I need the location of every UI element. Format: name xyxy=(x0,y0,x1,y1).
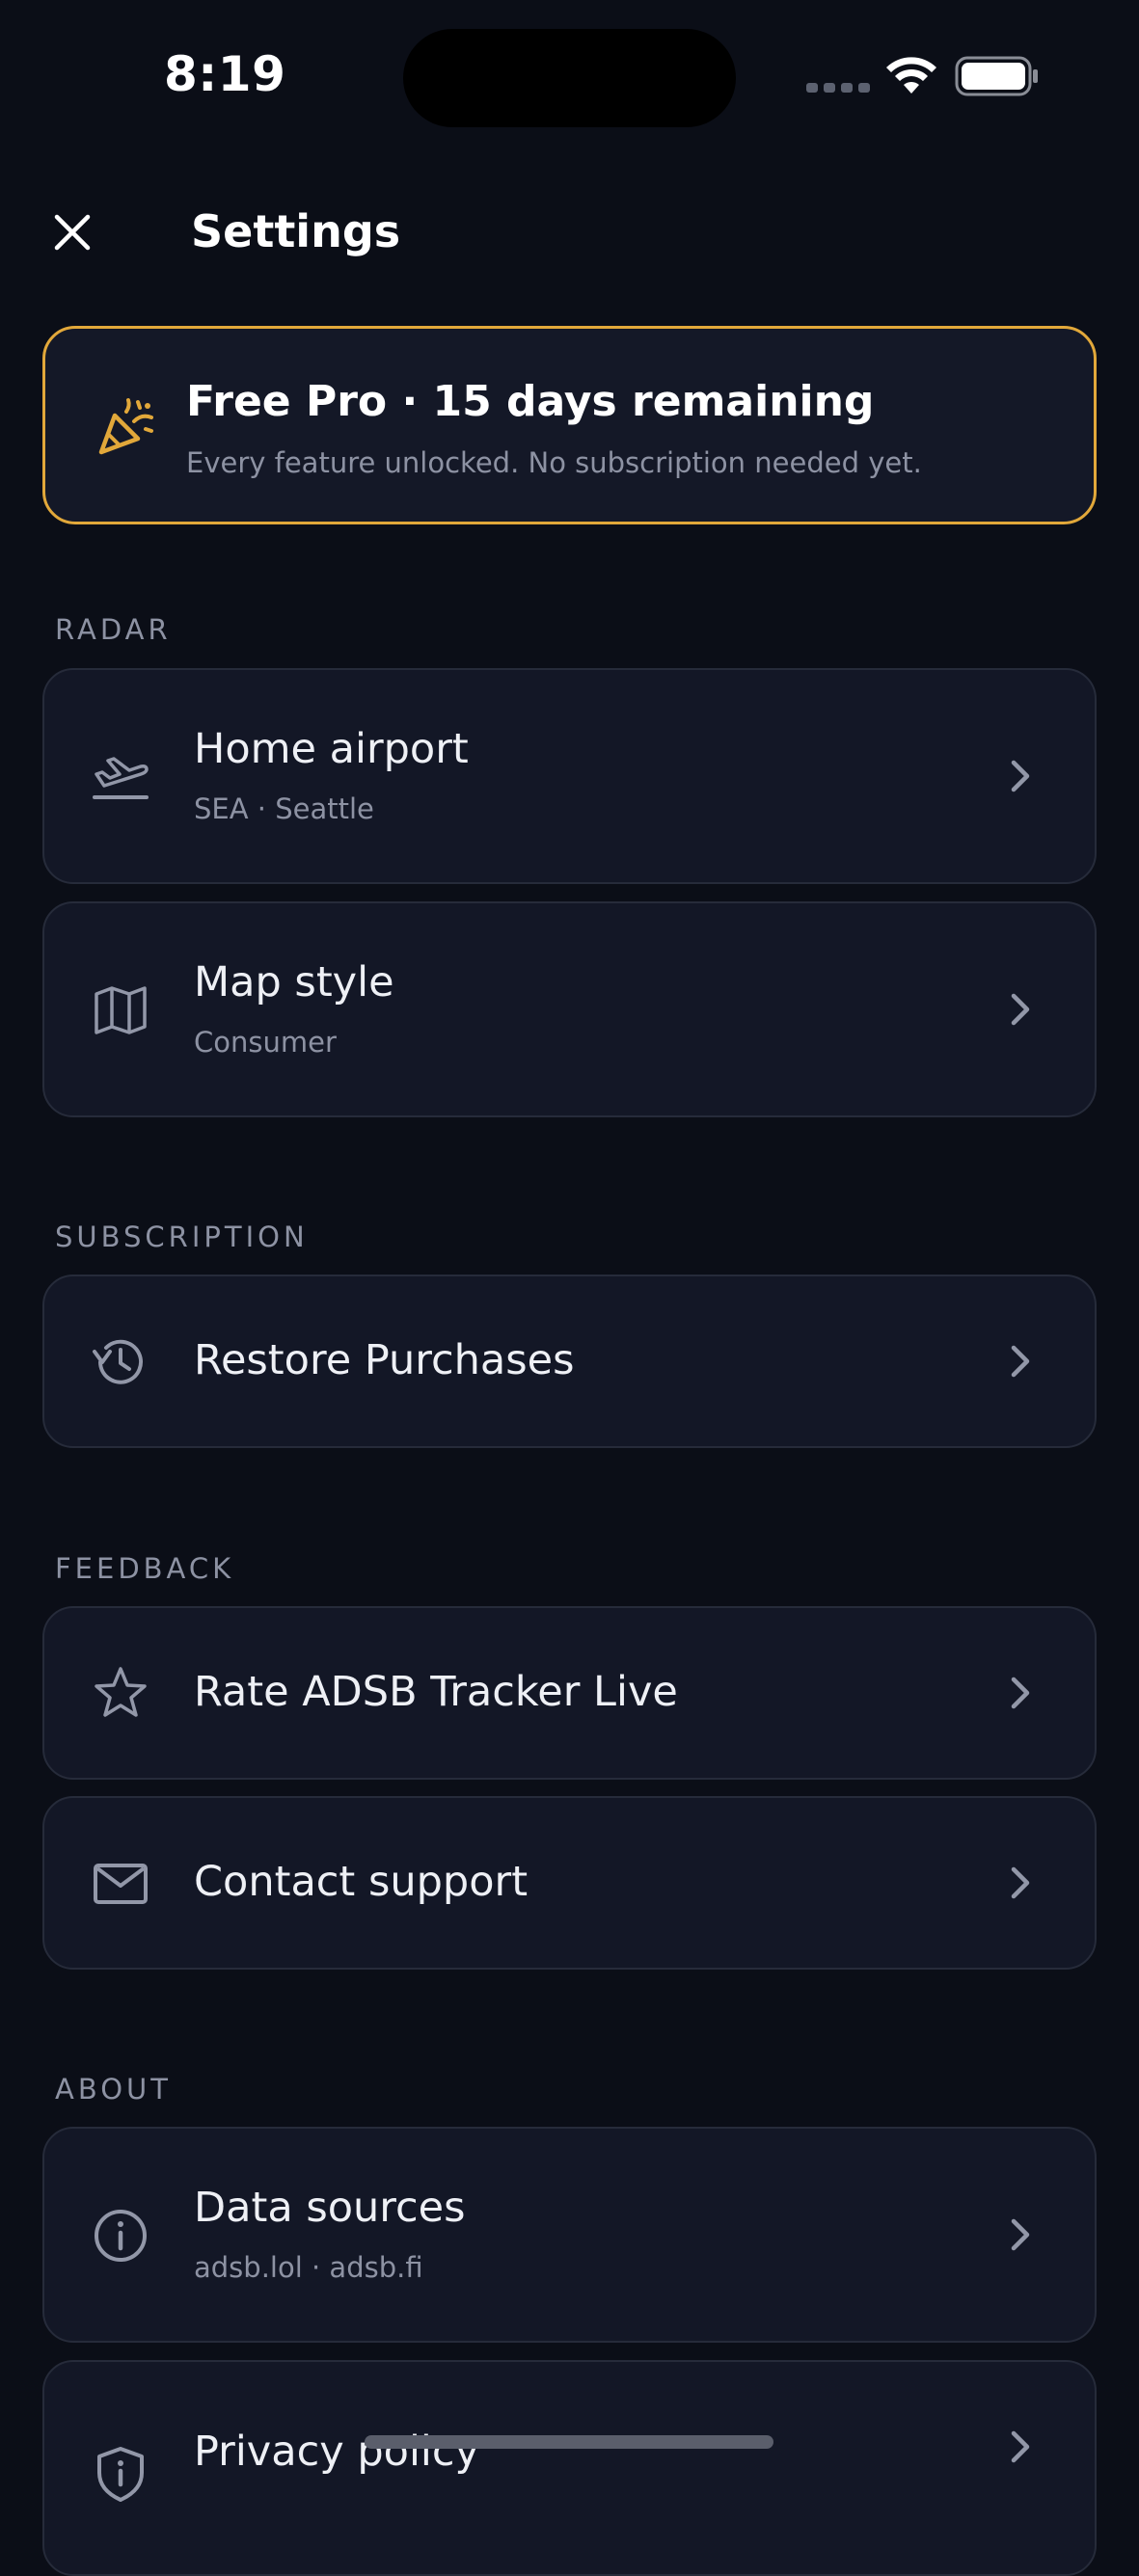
restore-purchases-row[interactable]: Restore Purchases xyxy=(42,1275,1097,1448)
history-icon xyxy=(91,1332,150,1392)
promo-subtitle: Every feature unlocked. No subscription … xyxy=(186,446,922,479)
map-style-row[interactable]: Map style Consumer xyxy=(42,901,1097,1117)
section-label-about: ABOUT xyxy=(55,2073,172,2106)
privacy-policy-row[interactable]: Privacy policy xyxy=(42,2360,1097,2576)
close-button[interactable] xyxy=(43,203,101,261)
chevron-right-icon xyxy=(1006,1342,1035,1381)
section-label-feedback: FEEDBACK xyxy=(55,1552,235,1585)
wifi-icon xyxy=(882,53,940,95)
chevron-right-icon xyxy=(1006,2215,1035,2254)
row-title: Contact support xyxy=(194,1858,529,1906)
map-icon xyxy=(91,980,150,1040)
rate-app-row[interactable]: Rate ADSB Tracker Live xyxy=(42,1606,1097,1780)
row-subtitle: SEA · Seattle xyxy=(194,792,374,825)
battery-icon xyxy=(955,56,1040,96)
mail-icon xyxy=(91,1854,150,1914)
row-title: Home airport xyxy=(194,725,469,773)
home-airport-row[interactable]: Home airport SEA · Seattle xyxy=(42,668,1097,884)
cellular-signal-icon xyxy=(806,83,870,93)
row-title: Rate ADSB Tracker Live xyxy=(194,1668,678,1716)
contact-support-row[interactable]: Contact support xyxy=(42,1796,1097,1970)
header: Settings xyxy=(0,188,1139,275)
info-icon xyxy=(91,2206,150,2266)
party-popper-icon xyxy=(94,396,157,460)
chevron-right-icon xyxy=(1006,1864,1035,1902)
section-label-radar: RADAR xyxy=(55,613,172,646)
chevron-right-icon xyxy=(1006,2428,1035,2466)
row-subtitle: Consumer xyxy=(194,1026,337,1059)
plane-departure-icon xyxy=(91,747,150,807)
data-sources-row[interactable]: Data sources adsb.lol · adsb.fi xyxy=(42,2127,1097,2343)
pro-trial-banner[interactable]: Free Pro · 15 days remaining Every featu… xyxy=(42,326,1097,524)
home-indicator[interactable] xyxy=(365,2435,773,2449)
status-time: 8:19 xyxy=(164,46,286,102)
shield-icon xyxy=(91,2444,150,2504)
section-label-subscription: SUBSCRIPTION xyxy=(55,1221,309,1253)
chevron-right-icon xyxy=(1006,1674,1035,1712)
star-icon xyxy=(91,1664,150,1724)
chevron-right-icon xyxy=(1006,757,1035,795)
row-title: Restore Purchases xyxy=(194,1336,575,1384)
chevron-right-icon xyxy=(1006,990,1035,1029)
page-title: Settings xyxy=(191,205,401,257)
row-title: Map style xyxy=(194,958,394,1006)
row-title: Data sources xyxy=(194,2184,466,2232)
close-icon xyxy=(54,214,91,251)
row-subtitle: adsb.lol · adsb.fi xyxy=(194,2251,423,2284)
promo-title: Free Pro · 15 days remaining xyxy=(186,377,875,426)
status-bar: 8:19 xyxy=(0,0,1139,145)
dynamic-island xyxy=(403,29,736,127)
